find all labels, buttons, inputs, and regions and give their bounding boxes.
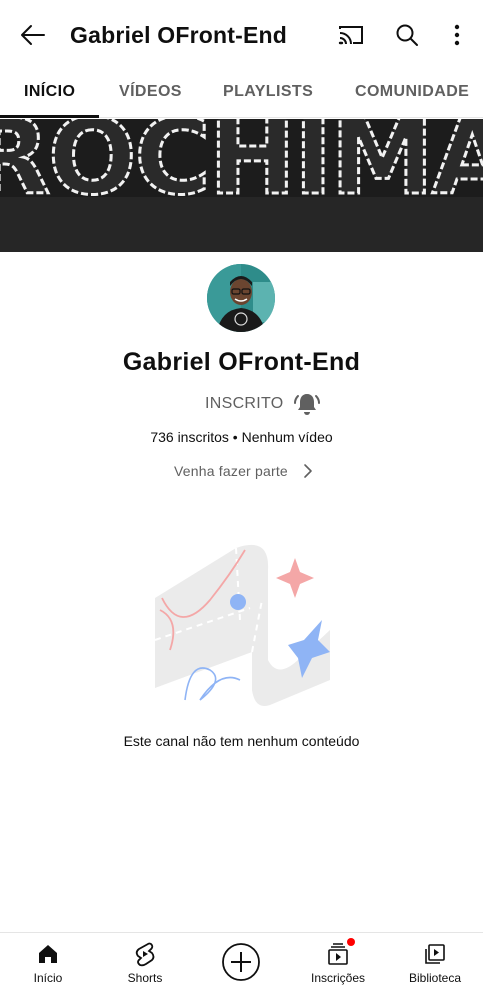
channel-name: Gabriel OFront-End [122, 348, 361, 376]
banner-artwork: ROCHIMAR [0, 119, 483, 252]
top-app-bar: Gabriel OFront-End [0, 0, 483, 70]
bottom-navigation: Início Shorts Inscrições Biblioteca [0, 932, 483, 1000]
tab-playlists[interactable]: PLAYLISTS [223, 70, 313, 118]
subscriptions-icon [328, 943, 348, 965]
notification-badge [347, 938, 355, 946]
avatar[interactable] [207, 264, 275, 332]
tab-inicio[interactable]: INÍCIO [0, 70, 100, 118]
create-plus-icon [222, 943, 260, 981]
cast-button[interactable] [336, 20, 366, 50]
nav-label-library: Biblioteca [408, 971, 462, 985]
nav-label-shorts: Shorts [127, 971, 163, 985]
nav-item-home[interactable]: Início [0, 933, 96, 993]
join-label: Venha fazer parte [174, 463, 288, 479]
bell-icon [294, 394, 320, 415]
more-options-button[interactable] [442, 20, 472, 50]
avatar-image [207, 264, 275, 332]
tab-videos[interactable]: VÍDEOS [119, 70, 182, 118]
subscription-row: INSCRITO [0, 388, 483, 420]
back-arrow-icon [21, 25, 45, 45]
nav-label-home: Início [33, 971, 63, 985]
nav-item-subscriptions[interactable]: Inscrições [290, 933, 386, 993]
channel-tabs: INÍCIO VÍDEOS PLAYLISTS COMUNIDADE [0, 70, 483, 118]
shorts-icon [135, 942, 155, 967]
cast-icon [338, 26, 363, 45]
subscribed-button[interactable]: INSCRITO [205, 395, 284, 413]
search-button[interactable] [392, 20, 422, 50]
page-title: Gabriel OFront-End [70, 22, 287, 48]
banner-text: ROCHIMAR [0, 119, 483, 218]
nav-item-library[interactable]: Biblioteca [387, 933, 483, 993]
notifications-bell-button[interactable] [293, 390, 321, 418]
empty-state-message: Este canal não tem nenhum conteúdo [123, 733, 360, 749]
chevron-right-icon [304, 464, 312, 478]
library-icon [425, 944, 445, 964]
nav-item-shorts[interactable]: Shorts [97, 933, 193, 993]
home-icon [39, 945, 57, 963]
back-button[interactable] [18, 20, 48, 50]
tab-comunidade[interactable]: COMUNIDADE [355, 70, 469, 118]
empty-channel-illustration [150, 540, 335, 710]
create-button[interactable] [221, 942, 261, 982]
channel-banner: ROCHIMAR [0, 119, 483, 252]
search-icon [396, 24, 418, 46]
channel-stats: 736 inscritos • Nenhum vídeo [150, 429, 333, 445]
nav-label-subscriptions: Inscrições [310, 971, 366, 985]
more-vert-icon [454, 24, 460, 46]
join-channel-link[interactable]: Venha fazer parte [174, 461, 314, 481]
